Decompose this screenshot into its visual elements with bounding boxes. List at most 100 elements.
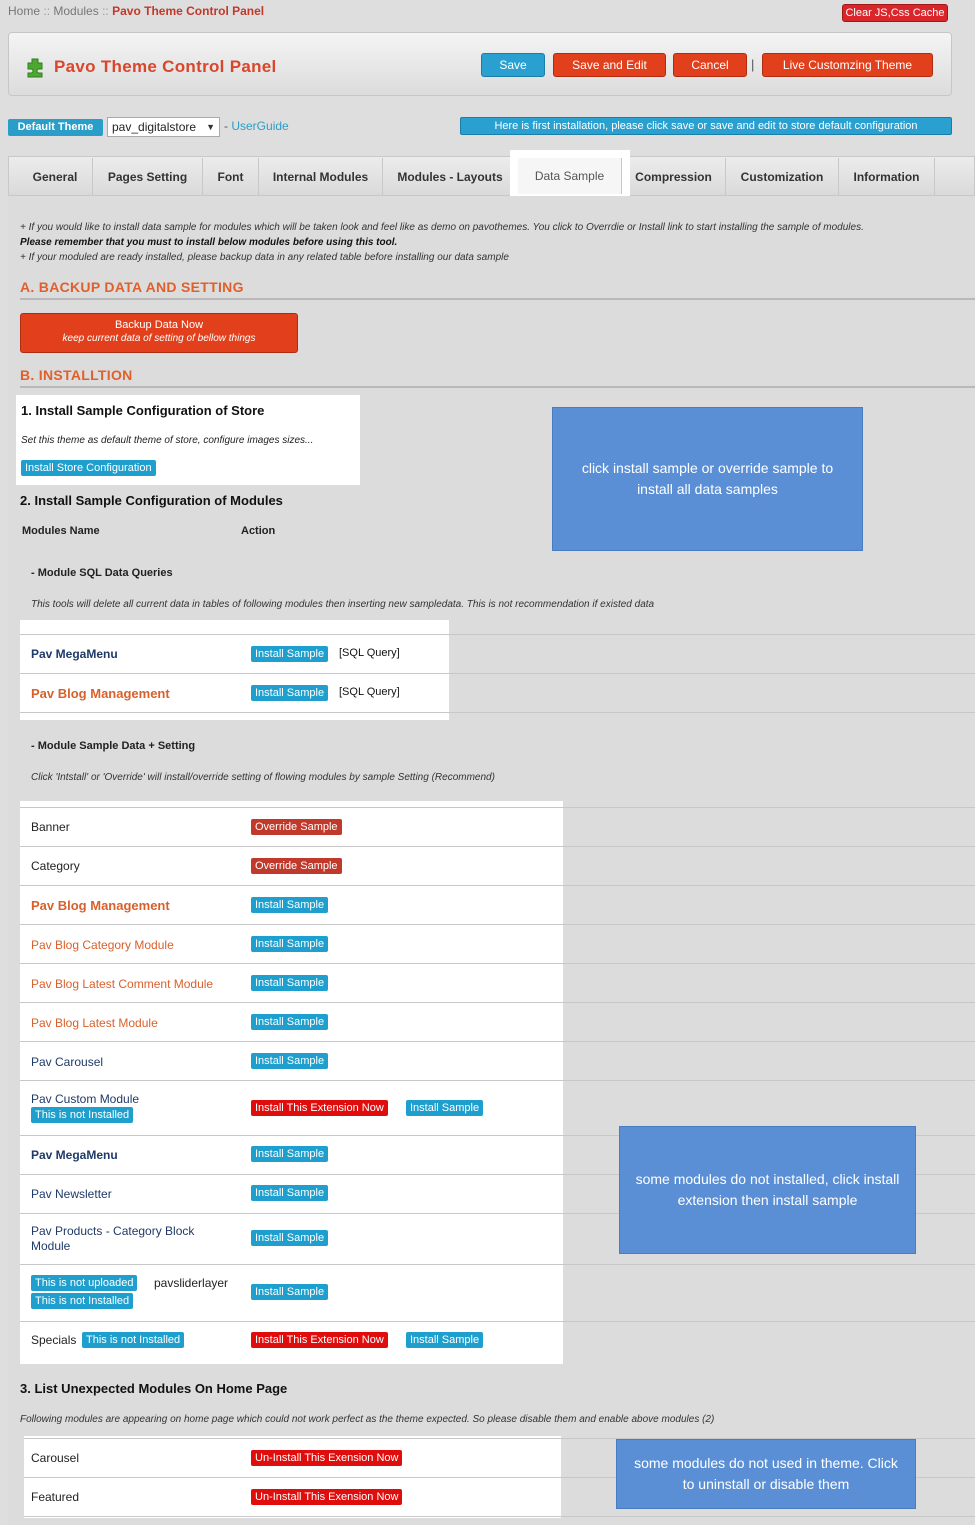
table-divider bbox=[20, 1321, 975, 1322]
table-divider bbox=[20, 712, 975, 713]
install-sample-button[interactable]: Install Sample bbox=[251, 1146, 329, 1162]
tab-modules-layouts[interactable]: Modules - Layouts bbox=[383, 158, 518, 196]
sql-row-name: Pav Blog Management bbox=[31, 686, 170, 701]
callout-install-samples: click install sample or override sample … bbox=[552, 407, 863, 551]
live-customizing-button[interactable]: Live Customzing Theme bbox=[762, 53, 933, 77]
guide-dash: - bbox=[224, 119, 228, 133]
sql-table bbox=[20, 620, 449, 720]
tab-compression[interactable]: Compression bbox=[622, 158, 726, 196]
install-sample-button[interactable]: Install Sample bbox=[251, 1284, 329, 1300]
install-store-config-button[interactable]: Install Store Configuration bbox=[21, 460, 156, 476]
table-divider bbox=[20, 846, 975, 847]
table-divider bbox=[20, 673, 975, 674]
unexpected-modules-title: 3. List Unexpected Modules On Home Page bbox=[20, 1381, 288, 1396]
table-divider bbox=[20, 807, 975, 808]
intro-line-2: Please remember that you must to install… bbox=[20, 237, 398, 248]
install-sample-button[interactable]: Install Sample bbox=[406, 1332, 484, 1348]
module-name: Pav Blog Latest Comment Module bbox=[31, 977, 214, 991]
unexpected-modules-desc: Following modules are appearing on home … bbox=[20, 1414, 715, 1425]
install-sample-button[interactable]: Install Sample bbox=[406, 1100, 484, 1116]
divider bbox=[20, 298, 975, 300]
module-name: Carousel bbox=[31, 1451, 80, 1465]
tab-information[interactable]: Information bbox=[839, 158, 935, 196]
cancel-button[interactable]: Cancel bbox=[673, 53, 747, 77]
module-name: Pav Carousel bbox=[31, 1055, 104, 1069]
callout-install-extension: some modules do not installed, click ins… bbox=[619, 1126, 916, 1254]
module-name: Specials bbox=[31, 1333, 77, 1347]
uninstall-extension-button[interactable]: Un-Install This Exension Now bbox=[251, 1489, 403, 1505]
section-install-title: B. INSTALLTION bbox=[20, 367, 133, 383]
not-installed-badge: This is not Installed bbox=[31, 1293, 134, 1309]
module-name: Pav Blog Management bbox=[31, 898, 170, 913]
override-sample-button[interactable]: Override Sample bbox=[251, 819, 342, 835]
user-guide: - UserGuide bbox=[224, 119, 289, 133]
store-config-desc: Set this theme as default theme of store… bbox=[21, 435, 314, 446]
not-installed-badge: This is not Installed bbox=[31, 1107, 134, 1123]
save-and-edit-button[interactable]: Save and Edit bbox=[553, 53, 666, 77]
save-button[interactable]: Save bbox=[481, 53, 545, 77]
user-guide-link[interactable]: UserGuide bbox=[231, 119, 288, 133]
sample-setting-title: - Module Sample Data + Setting bbox=[31, 740, 196, 752]
sql-queries-title: - Module SQL Data Queries bbox=[31, 567, 173, 579]
override-sample-button[interactable]: Override Sample bbox=[251, 858, 342, 874]
col-modules-name: Modules Name bbox=[22, 525, 100, 537]
table-divider bbox=[20, 1080, 975, 1081]
install-sample-button[interactable]: Install Sample bbox=[251, 646, 329, 662]
install-notice: Here is first installation, please click… bbox=[460, 117, 952, 135]
tab-font[interactable]: Font bbox=[203, 158, 259, 196]
install-sample-button[interactable]: Install Sample bbox=[251, 1185, 329, 1201]
clear-cache-button[interactable]: Clear JS,Css Cache bbox=[842, 4, 948, 22]
table-divider bbox=[24, 1516, 975, 1517]
table-divider bbox=[20, 1002, 975, 1003]
tab-pages-setting[interactable]: Pages Setting bbox=[93, 158, 203, 196]
module-name: pavsliderlayer bbox=[154, 1276, 229, 1290]
module-name: Pav Newsletter bbox=[31, 1187, 112, 1201]
section-backup-title: A. BACKUP DATA AND SETTING bbox=[20, 279, 244, 295]
col-action: Action bbox=[241, 525, 276, 537]
backup-data-button[interactable]: Backup Data Now keep current data of set… bbox=[20, 313, 298, 353]
divider bbox=[20, 386, 975, 388]
install-extension-button[interactable]: Install This Extension Now bbox=[251, 1100, 388, 1116]
module-name: Pav Blog Latest Module bbox=[31, 1016, 158, 1030]
sql-row-name: Pav MegaMenu bbox=[31, 647, 118, 661]
store-config-title: 1. Install Sample Configuration of Store bbox=[21, 403, 265, 418]
breadcrumb-home[interactable]: Home bbox=[8, 4, 40, 18]
breadcrumb: Home :: Modules :: Pavo Theme Control Pa… bbox=[8, 4, 264, 18]
table-divider bbox=[20, 634, 975, 635]
default-theme-label: Default Theme bbox=[8, 119, 103, 136]
table-divider bbox=[20, 963, 975, 964]
tab-customization[interactable]: Customization bbox=[726, 158, 839, 196]
backup-sublabel: keep current data of setting of bellow t… bbox=[62, 333, 256, 344]
puzzle-icon bbox=[27, 58, 43, 78]
breadcrumb-separator: :: bbox=[43, 4, 51, 18]
install-sample-button[interactable]: Install Sample bbox=[251, 1053, 329, 1069]
tab-data-sample[interactable]: Data Sample bbox=[510, 150, 630, 202]
module-name: Pav Custom Module bbox=[31, 1092, 140, 1106]
theme-select[interactable]: pav_digitalstore ▼ bbox=[107, 117, 220, 137]
header-separator: | bbox=[751, 57, 755, 72]
sample-setting-desc: Click 'Intstall' or 'Override' will inst… bbox=[31, 772, 495, 783]
sql-query-note: [SQL Query] bbox=[339, 686, 400, 698]
modules-config-title: 2. Install Sample Configuration of Modul… bbox=[20, 493, 283, 508]
tab-internal-modules[interactable]: Internal Modules bbox=[259, 158, 383, 196]
install-extension-button[interactable]: Install This Extension Now bbox=[251, 1332, 388, 1348]
module-name: Pav Products - Category Block bbox=[31, 1224, 195, 1238]
install-sample-button[interactable]: Install Sample bbox=[251, 936, 329, 952]
tab-general[interactable]: General bbox=[18, 158, 93, 196]
page-title: Pavo Theme Control Panel bbox=[54, 57, 277, 76]
install-sample-button[interactable]: Install Sample bbox=[251, 685, 329, 701]
table-divider bbox=[20, 885, 975, 886]
store-config-box: 1. Install Sample Configuration of Store… bbox=[16, 395, 360, 485]
breadcrumb-modules[interactable]: Modules bbox=[53, 4, 98, 18]
breadcrumb-current: Pavo Theme Control Panel bbox=[112, 4, 265, 18]
install-sample-button[interactable]: Install Sample bbox=[251, 975, 329, 991]
install-sample-button[interactable]: Install Sample bbox=[251, 897, 329, 913]
backup-label: Backup Data Now bbox=[114, 319, 204, 331]
table-divider bbox=[20, 1041, 975, 1042]
callout-uninstall: some modules do not used in theme. Click… bbox=[616, 1439, 916, 1509]
install-sample-button[interactable]: Install Sample bbox=[251, 1014, 329, 1030]
sql-query-note: [SQL Query] bbox=[339, 647, 400, 659]
sql-queries-desc: This tools will delete all current data … bbox=[31, 599, 655, 610]
install-sample-button[interactable]: Install Sample bbox=[251, 1230, 329, 1246]
uninstall-extension-button[interactable]: Un-Install This Exension Now bbox=[251, 1450, 403, 1466]
